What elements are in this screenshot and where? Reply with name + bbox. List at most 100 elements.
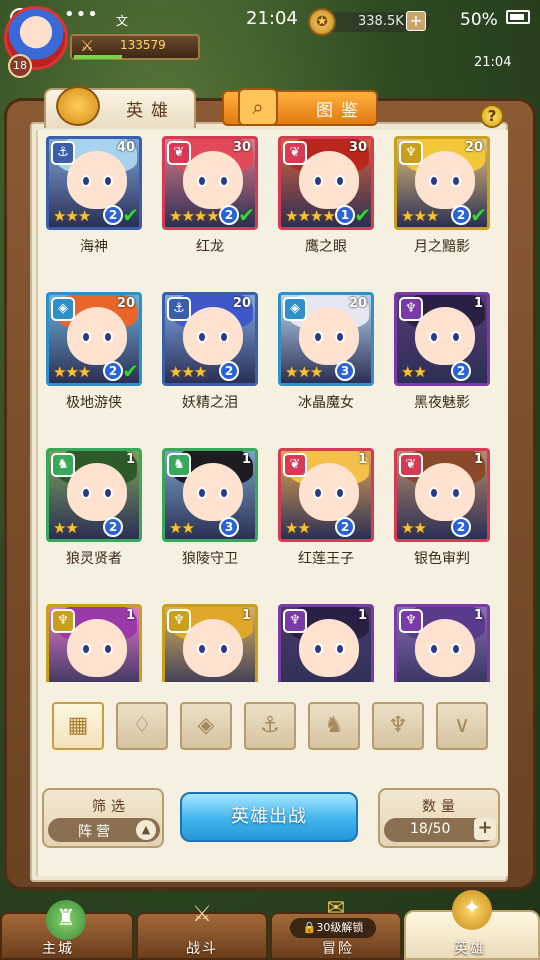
hero-face: [183, 619, 243, 677]
hero-portrait[interactable]: ♆ 1: [46, 604, 142, 682]
hero-portrait[interactable]: ♆ 1: [162, 604, 258, 682]
hero-card[interactable]: ♆ 20 ★★★ 2 ✔ 月之黯影: [388, 128, 490, 278]
crossed-swords-icon: ⚔: [192, 902, 212, 927]
filter-nature-faction-button[interactable]: ♢: [116, 702, 168, 750]
hero-rank-badge: 2: [451, 205, 471, 225]
help-button[interactable]: ?: [480, 104, 504, 128]
expand-capacity-button[interactable]: +: [474, 818, 496, 840]
caret-up-icon[interactable]: ▲: [136, 820, 156, 840]
hero-name: 银色审判: [414, 551, 470, 567]
xp-fill: [74, 55, 122, 59]
hero-card[interactable]: ◈ 20 ★★★ 3 冰晶魔女: [272, 284, 374, 434]
filter-ice-faction-button[interactable]: ◈: [180, 702, 232, 750]
hero-card[interactable]: ⚓ 40 ★★★ 2 ✔ 海神: [40, 128, 142, 278]
hero-rank-badge: 2: [103, 517, 123, 537]
hero-eye: [81, 175, 91, 187]
hero-portrait[interactable]: ♆ 1: [394, 604, 490, 682]
hero-face: [415, 463, 475, 521]
hero-card[interactable]: ♆ 1: [40, 596, 142, 682]
hero-portrait[interactable]: ⚓ 20 ★★★ 2: [162, 292, 258, 386]
faction-filter-bar: ▦ ♢ ◈ ⚓ ♞ ♆ ∨: [52, 702, 492, 752]
faction-select-label: 阵营: [78, 824, 114, 840]
hero-stars: ★★: [285, 519, 311, 537]
gold-amount: 338.5K: [358, 14, 404, 29]
hero-face: [183, 463, 243, 521]
hero-rank-badge: 2: [451, 361, 471, 381]
hero-stars: ★★★★: [169, 207, 220, 225]
hero-portrait[interactable]: ♞ 1 ★★ 3: [162, 448, 258, 542]
hero-class-icon: ♆: [167, 609, 191, 633]
hero-eye: [335, 643, 345, 655]
hero-portrait[interactable]: ❦ 30 ★★★★ 2 ✔: [162, 136, 258, 230]
hero-eye: [429, 643, 439, 655]
hero-portrait[interactable]: ♆ 1: [278, 604, 374, 682]
hero-stars: ★★★★: [285, 207, 336, 225]
hero-portrait[interactable]: ♞ 1 ★★ 2: [46, 448, 142, 542]
hero-portrait[interactable]: ◈ 20 ★★★ 3: [278, 292, 374, 386]
more-dots: •••: [64, 4, 99, 25]
hero-card[interactable]: ❦ 1 ★★ 2 银色审判: [388, 440, 490, 590]
gold-coin-icon: ✪: [308, 8, 336, 36]
filter-beast-faction-button[interactable]: ♞: [308, 702, 360, 750]
lock-icon: 🔒: [302, 921, 317, 934]
hero-level: 20: [348, 296, 367, 311]
hero-name: 鹰之眼: [305, 239, 347, 255]
hero-card[interactable]: ♆ 1: [156, 596, 258, 682]
hero-class-icon: ♆: [399, 141, 423, 165]
hero-name: 极地游侠: [66, 395, 122, 411]
hero-name: 月之黯影: [414, 239, 470, 255]
hero-name: 冰晶魔女: [298, 395, 354, 411]
hero-card[interactable]: ⚓ 20 ★★★ 2 妖精之泪: [156, 284, 258, 434]
hero-eye: [451, 643, 461, 655]
hero-card[interactable]: ◈ 20 ★★★ 2 ✔ 极地游侠: [40, 284, 142, 434]
hero-level: 1: [473, 608, 483, 623]
hero-class-icon: ♞: [167, 453, 191, 477]
hero-portrait[interactable]: ♆ 1 ★★ 2: [394, 292, 490, 386]
hero-portrait[interactable]: ♆ 20 ★★★ 2 ✔: [394, 136, 490, 230]
hero-portrait[interactable]: ❦ 1 ★★ 2: [394, 448, 490, 542]
hero-card[interactable]: ♞ 1 ★★ 3 狼陵守卫: [156, 440, 258, 590]
hero-portrait[interactable]: ◈ 20 ★★★ 2 ✔: [46, 292, 142, 386]
hero-face: [67, 307, 127, 365]
hero-class-icon: ♆: [399, 609, 423, 633]
hero-eye: [103, 175, 113, 187]
hero-card[interactable]: ♆ 1: [272, 596, 374, 682]
nav-adventure-label: 冒险: [322, 941, 354, 957]
hero-stars: ★★★: [401, 207, 439, 225]
hero-grid: ⚓ 40 ★★★ 2 ✔ 海神 ❦ 30 ★★★★ 2 ✔ 红龙 ❦ 30 ★★★★ 1 ✔ 鹰之眼 ♆ 20 ★★★ 2…: [40, 128, 500, 682]
filter-light-faction-button[interactable]: ∨: [436, 702, 488, 750]
add-gold-button[interactable]: +: [406, 11, 426, 31]
hero-portrait[interactable]: ❦ 1 ★★ 2: [278, 448, 374, 542]
hero-deploy-button[interactable]: 英雄出战: [180, 792, 358, 842]
hero-card[interactable]: ❦ 30 ★★★★ 2 ✔ 红龙: [156, 128, 258, 278]
filter-all-factions-button[interactable]: ▦: [52, 702, 104, 750]
hero-eye: [451, 175, 461, 187]
status-time: 21:04: [246, 8, 298, 29]
hero-stars: ★★★: [169, 363, 207, 381]
unlock-level-badge: 🔒30级解锁: [290, 918, 376, 938]
hero-face: [299, 307, 359, 365]
hero-card[interactable]: ♆ 1: [388, 596, 490, 682]
hero-portrait[interactable]: ⚓ 40 ★★★ 2 ✔: [46, 136, 142, 230]
hero-class-icon: ❦: [399, 453, 423, 477]
hero-card[interactable]: ♞ 1 ★★ 2 狼灵贤者: [40, 440, 142, 590]
hero-rank-badge: 2: [103, 205, 123, 225]
hero-face: [67, 619, 127, 677]
hero-card[interactable]: ❦ 30 ★★★★ 1 ✔ 鹰之眼: [272, 128, 374, 278]
hero-class-icon: ❦: [283, 141, 307, 165]
hero-crest-icon: ✦: [452, 890, 492, 930]
player-level-badge: 18: [8, 54, 32, 78]
filter-ocean-faction-button[interactable]: ⚓: [244, 702, 296, 750]
hero-class-icon: ⚓: [51, 141, 75, 165]
hero-level: 30: [348, 140, 367, 155]
castle-icon: ♜: [46, 900, 86, 940]
hero-portrait[interactable]: ❦ 30 ★★★★ 1 ✔: [278, 136, 374, 230]
filter-shadow-faction-button[interactable]: ♆: [372, 702, 424, 750]
hero-stars: ★★: [169, 519, 195, 537]
hero-eye: [313, 487, 323, 499]
hero-level: 1: [125, 452, 135, 467]
hero-card[interactable]: ❦ 1 ★★ 2 红莲王子: [272, 440, 374, 590]
hero-rank-badge: 2: [103, 361, 123, 381]
hero-card[interactable]: ♆ 1 ★★ 2 黑夜魅影: [388, 284, 490, 434]
hero-level: 20: [116, 296, 135, 311]
